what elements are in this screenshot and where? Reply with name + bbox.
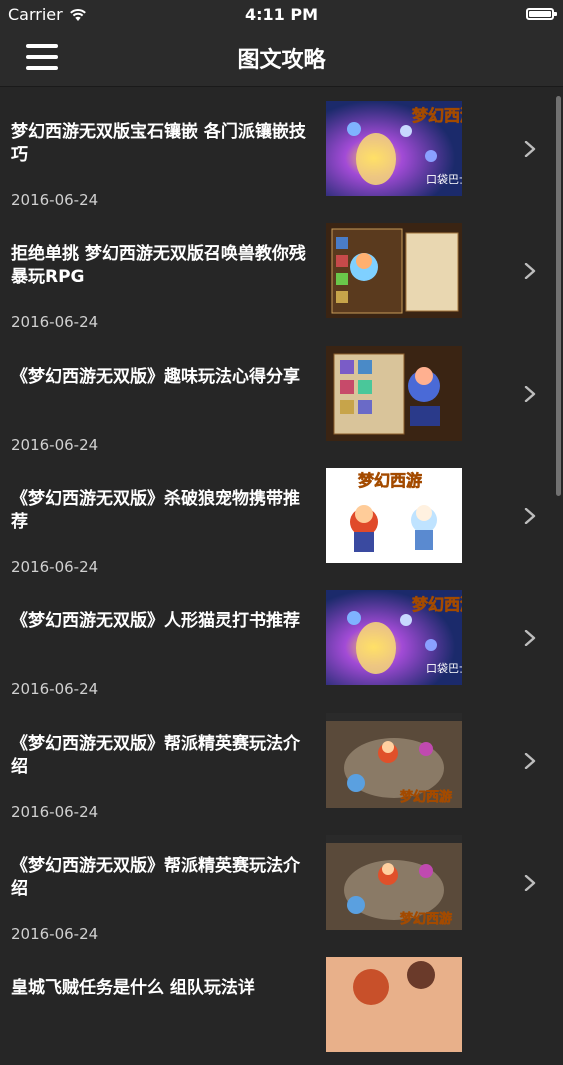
thumb-logo: 梦幻西游 <box>400 911 452 927</box>
thumb-logo: 梦幻西游 <box>358 471 422 490</box>
article-row[interactable]: 皇城飞贼任务是什么 组队玩法详 <box>0 943 563 1065</box>
page-title: 图文攻略 <box>237 48 326 73</box>
navigation-bar: 图文攻略 <box>0 30 563 87</box>
article-thumbnail <box>326 346 462 441</box>
chevron-right-icon[interactable] <box>522 753 538 769</box>
chevron-right-icon[interactable] <box>522 386 538 402</box>
thumb-logo: 梦幻西游 <box>412 106 462 125</box>
article-date: 2016-06-24 <box>11 803 99 821</box>
battery-icon <box>526 8 557 20</box>
article-date: 2016-06-24 <box>11 680 99 698</box>
status-bar: Carrier 4:11 PM <box>0 0 563 30</box>
article-title: 《梦幻西游无双版》人形猫灵打书推荐 <box>11 611 300 631</box>
scrollbar[interactable] <box>556 96 561 496</box>
article-thumbnail <box>326 223 462 318</box>
article-row[interactable]: 《梦幻西游无双版》帮派精英赛玩法介绍 2016-06-24 梦幻西游 <box>0 821 563 943</box>
article-row[interactable]: 《梦幻西游无双版》帮派精英赛玩法介绍 2016-06-24 梦幻西游 <box>0 699 563 821</box>
article-thumbnail: 梦幻西游 口袋巴士 <box>326 101 462 196</box>
article-date: 2016-06-24 <box>11 313 99 331</box>
article-row[interactable]: 梦幻西游无双版宝石镶嵌 各门派镶嵌技巧 2016-06-24 梦幻西游 口袋巴士 <box>0 87 563 209</box>
article-row[interactable]: 《梦幻西游无双版》人形猫灵打书推荐 2016-06-24 梦幻西游 口袋巴士 <box>0 576 563 698</box>
chevron-right-icon[interactable] <box>522 875 538 891</box>
article-row[interactable]: 《梦幻西游无双版》杀破狼宠物携带推荐 2016-06-24 梦幻西游 <box>0 454 563 576</box>
article-title: 梦幻西游无双版宝石镶嵌 各门派镶嵌技巧 <box>11 122 306 165</box>
article-date: 2016-06-24 <box>11 191 99 209</box>
article-thumbnail: 梦幻西游 <box>326 835 462 930</box>
article-thumbnail: 梦幻西游 口袋巴士 <box>326 590 462 685</box>
article-date: 2016-06-24 <box>11 436 99 454</box>
article-thumbnail: 梦幻西游 <box>326 468 462 563</box>
article-title: 皇城飞贼任务是什么 组队玩法详 <box>11 978 255 998</box>
thumb-watermark: 口袋巴士 <box>426 172 462 186</box>
chevron-right-icon[interactable] <box>522 630 538 646</box>
article-thumbnail <box>326 957 462 1052</box>
thumb-logo: 梦幻西游 <box>412 595 462 614</box>
article-row[interactable]: 《梦幻西游无双版》趣味玩法心得分享 2016-06-24 <box>0 332 563 454</box>
article-title: 拒绝单挑 梦幻西游无双版召唤兽教你残暴玩RPG <box>11 244 306 287</box>
article-title: 《梦幻西游无双版》趣味玩法心得分享 <box>11 367 300 387</box>
chevron-right-icon[interactable] <box>522 141 538 157</box>
chevron-right-icon[interactable] <box>522 263 538 279</box>
article-title: 《梦幻西游无双版》帮派精英赛玩法介绍 <box>11 734 300 777</box>
article-thumbnail: 梦幻西游 <box>326 713 462 808</box>
article-date: 2016-06-24 <box>11 558 99 576</box>
status-time: 4:11 PM <box>244 5 318 24</box>
thumb-logo: 梦幻西游 <box>400 789 452 805</box>
thumb-watermark: 口袋巴士 <box>426 661 462 675</box>
article-row[interactable]: 拒绝单挑 梦幻西游无双版召唤兽教你残暴玩RPG 2016-06-24 <box>0 209 563 331</box>
article-date: 2016-06-24 <box>11 925 99 943</box>
article-title: 《梦幻西游无双版》杀破狼宠物携带推荐 <box>11 489 300 532</box>
article-title: 《梦幻西游无双版》帮派精英赛玩法介绍 <box>11 856 300 899</box>
chevron-right-icon[interactable] <box>522 508 538 524</box>
